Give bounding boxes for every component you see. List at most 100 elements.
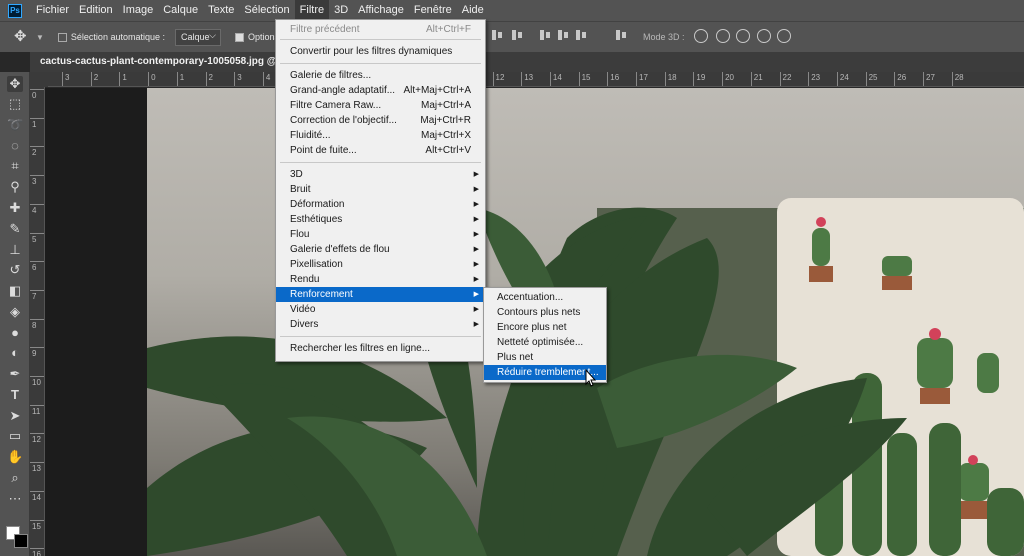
sharpen-item-accentuation[interactable]: Accentuation... xyxy=(484,290,606,305)
scale-3d-icon[interactable] xyxy=(777,29,791,43)
healing-brush-icon[interactable]: ✚ xyxy=(7,200,23,216)
menu-item-label: Encore plus net xyxy=(497,322,567,333)
submenu-arrow-icon: ▶ xyxy=(473,186,479,193)
filter-menu-item-renforcement[interactable]: Renforcement ▶ xyxy=(276,287,485,302)
filter-menu-item-fluidite[interactable]: Fluidité... Maj+Ctrl+X xyxy=(276,128,485,143)
path-selection-icon[interactable]: ➤ xyxy=(7,408,23,424)
filter-menu-item-video[interactable]: Vidéo ▶ xyxy=(276,302,485,317)
ruler-tick xyxy=(30,146,44,148)
align-left-icon[interactable] xyxy=(538,29,552,41)
vertical-ruler[interactable]: 0 1 2 3 4 5 6 7 8 9 10 11 12 13 14 15 16 xyxy=(30,87,45,556)
slide-3d-icon[interactable] xyxy=(757,29,771,43)
menu-selection[interactable]: Sélection xyxy=(239,0,294,21)
filter-menu-item-rechercher-les-filtres-en-ligne[interactable]: Rechercher les filtres en ligne... xyxy=(276,341,485,356)
menu-filtre[interactable]: Filtre xyxy=(294,0,330,21)
brush-icon[interactable]: ✎ xyxy=(7,221,23,237)
ruler-tick xyxy=(750,72,752,86)
ruler-label: 2 xyxy=(32,148,37,158)
align-hcenter-icon[interactable] xyxy=(556,29,570,41)
marquee-icon[interactable]: ⬚ xyxy=(7,96,23,112)
roll-3d-icon[interactable] xyxy=(716,29,730,43)
menu-3d[interactable]: 3D xyxy=(329,0,353,21)
submenu-arrow-icon: ▶ xyxy=(473,321,479,328)
horizontal-ruler[interactable]: 3210123456789101112131415161718192021222… xyxy=(48,72,1024,87)
ruler-tick xyxy=(30,89,44,90)
history-brush-icon[interactable]: ↺ xyxy=(7,262,23,278)
eyedropper-icon[interactable]: ⚲ xyxy=(7,179,23,195)
menu-aide[interactable]: Aide xyxy=(457,0,489,21)
menu-item-label: Grand-angle adaptatif... xyxy=(290,85,396,96)
align-top-icon[interactable] xyxy=(490,29,504,41)
filter-menu-item-3d[interactable]: 3D ▶ xyxy=(276,167,485,182)
filter-menu-item-rendu[interactable]: Rendu ▶ xyxy=(276,272,485,287)
ruler-tick xyxy=(30,462,44,464)
menu-item-label: Fluidité... xyxy=(290,130,331,141)
zoom-icon[interactable]: ⌕ xyxy=(7,470,23,486)
filter-menu-item-bruit[interactable]: Bruit ▶ xyxy=(276,182,485,197)
orbit-3d-icon[interactable] xyxy=(694,29,708,43)
background-color-swatch[interactable] xyxy=(14,534,28,548)
filter-menu-item-filtre-camera-raw[interactable]: Filtre Camera Raw... Maj+Ctrl+A xyxy=(276,98,485,113)
align-right-icon[interactable] xyxy=(574,29,588,41)
menu-item-label: Filtre précédent xyxy=(290,24,360,35)
filter-menu-item-pixellisation[interactable]: Pixellisation ▶ xyxy=(276,257,485,272)
hand-icon[interactable]: ✋ xyxy=(7,449,23,465)
filter-menu-item-correction-de-l-objectif[interactable]: Correction de l'objectif... Maj+Ctrl+R xyxy=(276,113,485,128)
menu-separator xyxy=(280,39,481,40)
pen-icon[interactable]: ✒ xyxy=(7,366,23,382)
menu-fenetre[interactable]: Fenêtre xyxy=(409,0,457,21)
filter-menu-item-flou[interactable]: Flou ▶ xyxy=(276,227,485,242)
pan-3d-icon[interactable] xyxy=(736,29,750,43)
paint-bucket-icon[interactable]: ◈ xyxy=(7,304,23,320)
ruler-tick xyxy=(30,175,44,177)
tool-preset-dropdown-icon[interactable]: ▼ xyxy=(36,33,44,42)
ruler-label: 16 xyxy=(610,73,620,82)
menu-image[interactable]: Image xyxy=(118,0,159,21)
ruler-label: 0 xyxy=(32,91,37,100)
auto-select-dropdown[interactable]: Calque xyxy=(174,28,221,46)
more-tools-icon[interactable]: ⋯ xyxy=(7,491,23,507)
filter-menu-item-convertir-pour-les-filtres-dynamiques[interactable]: Convertir pour les filtres dynamiques xyxy=(276,44,485,59)
ruler-tick xyxy=(894,72,896,86)
filter-menu-item-deformation[interactable]: Déformation ▶ xyxy=(276,197,485,212)
photoshop-logo: Ps xyxy=(8,3,22,18)
menu-texte[interactable]: Texte xyxy=(203,0,239,21)
submenu-arrow-icon: ▶ xyxy=(473,171,479,178)
rectangle-icon[interactable]: ▭ xyxy=(7,428,23,444)
blur-icon[interactable]: ● xyxy=(7,325,23,341)
eraser-icon[interactable]: ◧ xyxy=(7,283,23,299)
move-tool-icon[interactable]: ✥ xyxy=(14,29,30,45)
auto-select-checkbox[interactable] xyxy=(57,32,67,42)
menu-affichage[interactable]: Affichage xyxy=(353,0,409,21)
quick-select-icon[interactable]: ◌ xyxy=(7,138,23,154)
transform-controls-checkbox[interactable] xyxy=(234,32,244,42)
menu-bar: Ps Fichier Edition Image Calque Texte Sé… xyxy=(0,0,1024,21)
filter-menu-item-galerie-de-filtres[interactable]: Galerie de filtres... xyxy=(276,68,485,83)
ruler-tick xyxy=(30,519,44,521)
crop-icon[interactable]: ⌗ xyxy=(7,158,23,174)
menu-calque[interactable]: Calque xyxy=(158,0,203,21)
sharpen-item-contours-plus-nets[interactable]: Contours plus nets xyxy=(484,305,606,320)
clone-stamp-icon[interactable]: ⊥ xyxy=(7,242,23,258)
sharpen-item-nettete-optimisee[interactable]: Netteté optimisée... xyxy=(484,335,606,350)
menu-fichier[interactable]: Fichier xyxy=(31,0,74,21)
move-icon[interactable]: ✥ xyxy=(7,76,23,92)
ruler-label: 26 xyxy=(897,73,907,82)
sharpen-item-plus-net[interactable]: Plus net xyxy=(484,350,606,365)
filter-menu-item-point-de-fuite[interactable]: Point de fuite... Alt+Ctrl+V xyxy=(276,143,485,158)
type-icon[interactable]: T xyxy=(7,387,23,403)
menu-item-label: Netteté optimisée... xyxy=(497,337,584,348)
filter-menu-item-divers[interactable]: Divers ▶ xyxy=(276,317,485,332)
distribute-icon[interactable] xyxy=(614,29,628,41)
sharpen-item-encore-plus-net[interactable]: Encore plus net xyxy=(484,320,606,335)
menu-edition[interactable]: Edition xyxy=(74,0,118,21)
filter-menu-item-esthetiques[interactable]: Esthétiques ▶ xyxy=(276,212,485,227)
ruler-tick xyxy=(636,72,637,86)
ruler-label: 18 xyxy=(667,73,677,82)
dodge-icon[interactable]: ◐ xyxy=(7,345,23,361)
align-vcenter-icon[interactable] xyxy=(510,29,524,41)
lasso-icon[interactable]: ➰ xyxy=(7,117,23,133)
filter-menu-item-grand-angle-adaptatif[interactable]: Grand-angle adaptatif... Alt+Maj+Ctrl+A xyxy=(276,83,485,98)
filter-menu-item-galerie-d-effets-de-flou[interactable]: Galerie d'effets de flou ▶ xyxy=(276,242,485,257)
ruler-tick xyxy=(30,433,44,435)
